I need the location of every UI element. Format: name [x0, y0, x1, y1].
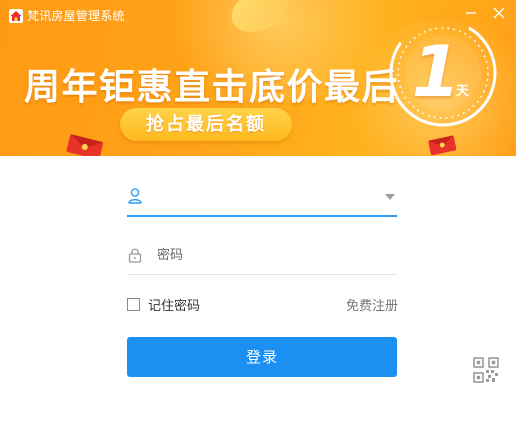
remember-password-option[interactable]: 记住密码 [127, 295, 200, 314]
qr-code-icon[interactable] [473, 357, 499, 383]
remember-password-label: 记住密码 [148, 299, 201, 314]
app-title: 梵讯房屋管理系统 [27, 9, 125, 23]
house-logo-icon [9, 8, 23, 23]
username-input[interactable] [157, 185, 372, 207]
app-title-bar: 梵讯房屋管理系统 [9, 7, 125, 24]
username-field[interactable] [127, 181, 397, 217]
login-button[interactable]: 登录 [127, 337, 397, 377]
remember-password-checkbox[interactable] [127, 298, 140, 311]
red-envelope-icon [66, 134, 104, 156]
red-envelope-icon [428, 135, 457, 156]
password-input[interactable] [157, 244, 372, 266]
chevron-down-icon[interactable] [385, 194, 395, 200]
lock-icon [128, 248, 142, 263]
password-field[interactable] [127, 240, 397, 275]
countdown-badge: 1 天 [388, 14, 506, 132]
promo-cta-button[interactable]: 抢占最后名额 [120, 108, 292, 141]
promo-banner[interactable]: 梵讯房屋管理系统 周年钜惠直击底价最后 1 天 抢占最后名额 [0, 0, 516, 156]
countdown-unit: 天 [456, 84, 470, 99]
promo-headline: 周年钜惠直击底价最后 [24, 67, 400, 108]
countdown-number: 1 [411, 31, 461, 113]
login-window: 梵讯房屋管理系统 周年钜惠直击底价最后 1 天 抢占最后名额 记住密码 免费注册… [0, 0, 516, 438]
free-register-link[interactable]: 免费注册 [334, 295, 398, 314]
user-icon [128, 188, 142, 204]
